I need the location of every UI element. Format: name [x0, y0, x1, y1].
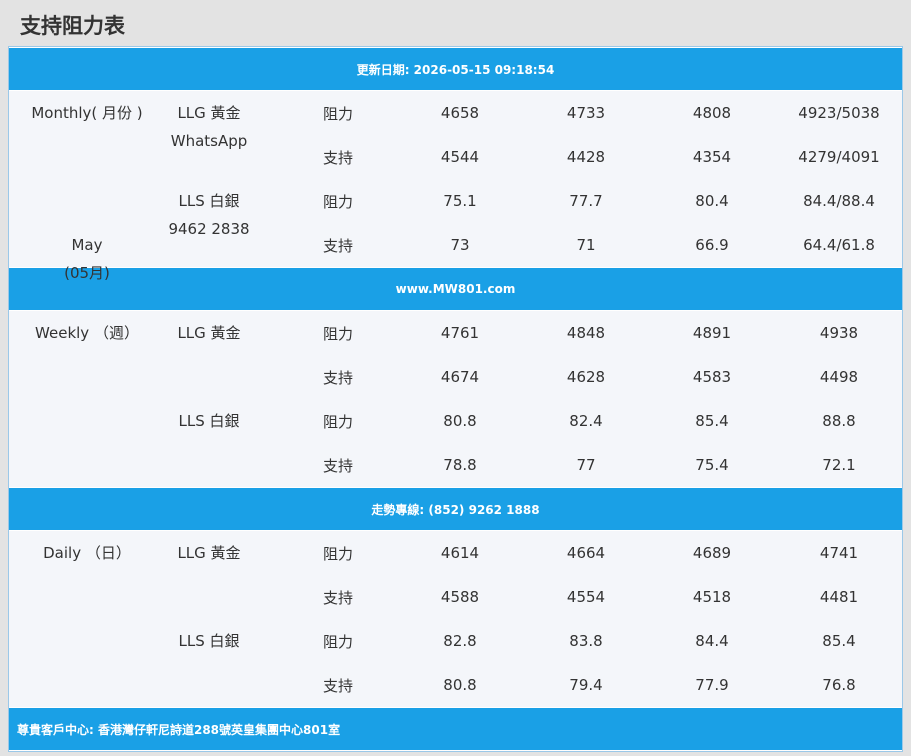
table-row: 支持 73 71 66.9 64.4/61.8: [9, 223, 902, 267]
support-resistance-table: 更新日期: 2026-05-15 09:18:54 Monthly( 月份 ) …: [8, 46, 903, 752]
table-row: 支持 4674 4628 4583 4498: [9, 355, 902, 399]
level-value: 84.4/88.4: [803, 192, 875, 210]
level-value: 4428: [566, 148, 606, 166]
level-value: 75.1: [443, 192, 477, 210]
level-value: 4741: [819, 544, 859, 562]
row-type: 阻力: [322, 412, 353, 431]
table-row: 支持 4588 4554 4518 4481: [9, 575, 902, 619]
daily-section: Daily （日） LLG 黃金 LLS 白銀 阻力 4614 4664 468…: [9, 531, 902, 707]
weekly-section: Weekly （週） LLG 黃金 LLS 白銀 阻力 4761 4848 48…: [9, 311, 902, 487]
level-value: 82.4: [569, 412, 603, 430]
level-value: 4614: [440, 544, 480, 562]
row-type: 支持: [322, 456, 353, 475]
hotline-band: 走勢專線: (852) 9262 1888: [9, 487, 902, 531]
row-type: 阻力: [322, 324, 353, 343]
table-row: 支持 4544 4428 4354 4279/4091: [9, 135, 902, 179]
level-value: 4664: [566, 544, 606, 562]
row-type: 支持: [322, 588, 353, 607]
level-value: 4689: [692, 544, 732, 562]
level-value: 85.4: [695, 412, 729, 430]
page-title: 支持阻力表: [20, 14, 125, 38]
table-row: 阻力 4658 4733 4808 4923/5038: [9, 91, 902, 135]
level-value: 4938: [819, 324, 859, 342]
level-value: 4674: [440, 368, 480, 386]
level-value: 71: [576, 236, 596, 254]
table-row: 阻力 82.8 83.8 84.4 85.4: [9, 619, 902, 663]
level-value: 4583: [692, 368, 732, 386]
level-value: 79.4: [569, 676, 603, 694]
level-value: 78.8: [443, 456, 477, 474]
level-value: 80.8: [443, 676, 477, 694]
level-value: 4544: [440, 148, 480, 166]
level-value: 4498: [819, 368, 859, 386]
level-value: 75.4: [695, 456, 729, 474]
level-value: 4554: [566, 588, 606, 606]
level-value: 80.8: [443, 412, 477, 430]
table-row: 阻力 4761 4848 4891 4938: [9, 311, 902, 355]
table-row: 支持 80.8 79.4 77.9 76.8: [9, 663, 902, 707]
level-value: 76.8: [822, 676, 856, 694]
level-value: 72.1: [822, 456, 856, 474]
table-row: 阻力 4614 4664 4689 4741: [9, 531, 902, 575]
table-row: 阻力 75.1 77.7 80.4 84.4/88.4: [9, 179, 902, 223]
level-value: 4848: [566, 324, 606, 342]
level-value: 4481: [819, 588, 859, 606]
level-value: 4761: [440, 324, 480, 342]
level-value: 4891: [692, 324, 732, 342]
level-value: 82.8: [443, 632, 477, 650]
row-type: 支持: [322, 148, 353, 167]
level-value: 66.9: [695, 236, 729, 254]
level-value: 4628: [566, 368, 606, 386]
level-value: 4733: [566, 104, 606, 122]
level-value: 77.7: [569, 192, 603, 210]
level-value: 73: [450, 236, 470, 254]
monthly-section: Monthly( 月份 ) May (05月) LLG 黃金 WhatsApp …: [9, 91, 902, 282]
level-value: 64.4/61.8: [803, 236, 875, 254]
row-type: 支持: [322, 368, 353, 387]
level-value: 83.8: [569, 632, 603, 650]
row-type: 阻力: [322, 544, 353, 563]
level-value: 4658: [440, 104, 480, 122]
row-type: 支持: [322, 676, 353, 695]
table-row: 支持 78.8 77 75.4 72.1: [9, 443, 902, 487]
row-type: 支持: [322, 236, 353, 255]
level-value: 80.4: [695, 192, 729, 210]
update-date-band: 更新日期: 2026-05-15 09:18:54: [9, 47, 902, 91]
table-row: 阻力 80.8 82.4 85.4 88.8: [9, 399, 902, 443]
level-value: 4588: [440, 588, 480, 606]
level-value: 85.4: [822, 632, 856, 650]
row-type: 阻力: [322, 104, 353, 123]
level-value: 77.9: [695, 676, 729, 694]
level-value: 4923/5038: [798, 104, 880, 122]
level-value: 4354: [692, 148, 732, 166]
row-type: 阻力: [322, 192, 353, 211]
address-band: 尊貴客戶中心: 香港灣仔軒尼詩道288號英皇集團中心801室: [9, 707, 902, 751]
level-value: 4518: [692, 588, 732, 606]
level-value: 4808: [692, 104, 732, 122]
level-value: 4279/4091: [798, 148, 880, 166]
level-value: 77: [576, 456, 596, 474]
row-type: 阻力: [322, 632, 353, 651]
level-value: 84.4: [695, 632, 729, 650]
level-value: 88.8: [822, 412, 856, 430]
